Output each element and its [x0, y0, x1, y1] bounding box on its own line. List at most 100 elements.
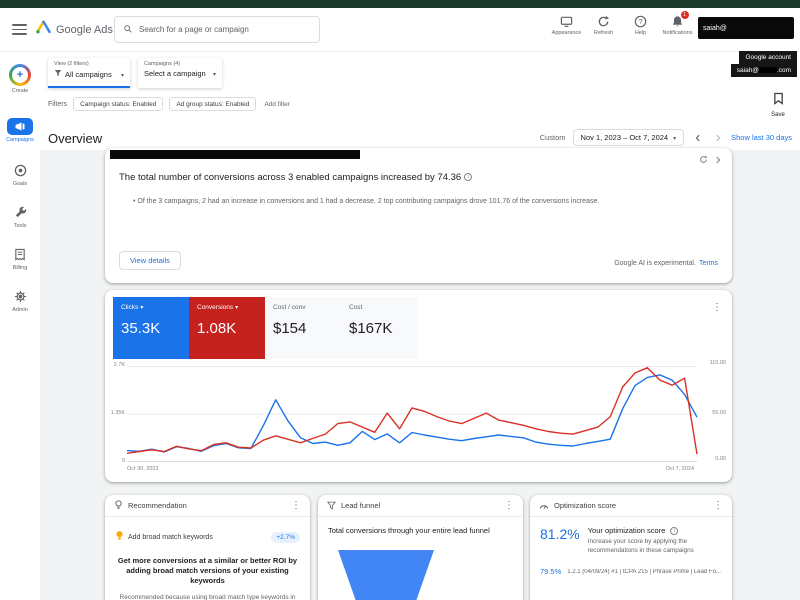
recommendation-card: Recommendation Add broad match keywords … [105, 495, 310, 600]
view-filter-dropdown[interactable]: View (2 filters) All campaigns [48, 58, 130, 88]
funnel-chart[interactable] [332, 550, 452, 600]
previous-period-button[interactable] [691, 131, 704, 144]
wrench-icon [14, 204, 27, 221]
tooltip-title: Google account [739, 51, 797, 64]
y-axis-right-tick: 110.00 [710, 360, 726, 366]
appearance-icon [560, 14, 574, 28]
ai-insight-card: The total number of conversions across 3… [105, 148, 732, 283]
x-axis-start-label: Oct 30, 2023 [127, 466, 159, 472]
ads-triangle-icon [36, 20, 51, 39]
funnel-icon [327, 497, 336, 515]
refresh-insight-icon[interactable] [699, 151, 708, 169]
metric-tile-conversions[interactable]: Conversions 1.08K [189, 297, 265, 359]
metric-tile-cost-per-conv[interactable]: Cost / conv $154 [265, 297, 341, 359]
tooltip-email: saiah@.com [731, 64, 797, 77]
y-axis-left-tick: 2.7K [108, 362, 125, 368]
chart-more-options-icon[interactable] [712, 303, 722, 313]
browser-top-strip [0, 0, 800, 8]
metric-tiles: Clicks 35.3K Conversions 1.08K Cost / co… [113, 297, 417, 359]
metric-tile-cost[interactable]: Cost $167K [341, 297, 417, 359]
chevron-down-icon [235, 304, 238, 311]
terms-link[interactable]: Terms [699, 260, 718, 267]
chevron-down-icon [673, 133, 676, 142]
create-plus-icon: + [9, 64, 31, 86]
chevron-right-icon[interactable] [714, 151, 722, 169]
y-axis-right-tick: 0.00 [715, 456, 726, 462]
filter-chip-adgroup-status[interactable]: Ad group status: Enabled [169, 97, 256, 111]
campaign-score-row[interactable]: 79.5% 1.2.1 (04/09/24) #1 | tCPA 215 | P… [540, 567, 722, 576]
header-actions: Appearance Refresh ? Help 1 Notificati [550, 14, 694, 36]
card-more-options-icon[interactable] [291, 501, 301, 511]
redaction-block [759, 67, 777, 73]
lightbulb-icon [115, 528, 124, 546]
save-button[interactable]: Save [766, 92, 790, 118]
sidebar-item-admin[interactable]: Admin [0, 288, 40, 313]
card-more-options-icon[interactable] [504, 501, 514, 511]
campaigns-megaphone-icon [7, 118, 33, 135]
receipt-icon [14, 246, 26, 263]
show-last-30-days-link[interactable]: Show last 30 days [731, 133, 792, 142]
menu-icon[interactable] [12, 24, 27, 35]
notification-badge: 1 [681, 11, 689, 19]
sidebar-item-create[interactable]: + Create [0, 64, 40, 94]
x-axis-end-label: Oct 7, 2024 [666, 466, 694, 472]
insight-headline: The total number of conversions across 3… [119, 172, 709, 183]
account-tooltip: Google account saiah@.com [731, 51, 797, 77]
insight-detail: Of the 3 campaigns, 2 had an increase in… [133, 197, 713, 207]
y-axis-left-tick: 0 [108, 458, 125, 464]
search-input[interactable] [139, 25, 311, 34]
optimization-headline: Your optimization scorei [588, 526, 722, 535]
lightbulb-outline-icon [114, 497, 123, 515]
sidebar-item-campaigns[interactable]: Campaigns [0, 118, 40, 143]
bell-icon: 1 [671, 14, 685, 28]
view-details-button[interactable]: View details [119, 251, 181, 270]
next-period-button[interactable] [711, 131, 724, 144]
date-range-controls: Custom Nov 1, 2023 – Oct 7, 2024 Show la… [540, 129, 792, 146]
filters-bar: Filters Campaign status: Enabled Ad grou… [48, 97, 290, 111]
optimization-body: Increase your score by applying the reco… [588, 538, 722, 555]
campaign-select-dropdown[interactable]: Campaigns (4) Select a campaign [138, 58, 222, 88]
sidebar-item-goals[interactable]: Goals [0, 162, 40, 187]
global-search[interactable] [114, 16, 320, 43]
funnel-subtitle: Total conversions through your entire le… [328, 526, 513, 536]
appearance-button[interactable]: Appearance [550, 14, 583, 36]
time-series-chart[interactable] [127, 366, 697, 462]
recommendation-chip[interactable]: Add broad match keywords +2.7% [115, 528, 300, 546]
performance-chart-card: Clicks 35.3K Conversions 1.08K Cost / co… [105, 290, 732, 482]
target-icon [14, 162, 27, 179]
y-axis-right-tick: 55.00 [712, 410, 726, 416]
gear-icon [14, 288, 27, 305]
account-avatar[interactable]: saiah@ [698, 17, 794, 39]
insight-footer: Google AI is experimental.Terms [614, 260, 718, 267]
y-axis-left-tick: 1.35K [108, 410, 125, 416]
recommendation-headline: Get more conversions at a similar or bet… [115, 556, 300, 586]
card-more-options-icon[interactable] [713, 501, 723, 511]
bookmark-icon [773, 92, 784, 110]
refresh-icon [597, 14, 611, 28]
sidebar-item-tools[interactable]: Tools [0, 204, 40, 229]
info-icon[interactable]: i [464, 173, 472, 181]
date-range-dropdown[interactable]: Nov 1, 2023 – Oct 7, 2024 [573, 129, 685, 146]
app-header: Google Ads Appearance Refresh [0, 8, 800, 52]
filter-chip-campaign-status[interactable]: Campaign status: Enabled [73, 97, 163, 111]
redaction-bar [110, 150, 360, 159]
optimization-score-value: 81.2% [540, 526, 580, 542]
google-ads-logo[interactable]: Google Ads [36, 20, 113, 39]
sidebar-item-billing[interactable]: Billing [0, 246, 40, 271]
search-icon [123, 21, 133, 39]
custom-label: Custom [540, 133, 566, 142]
refresh-button[interactable]: Refresh [587, 14, 620, 36]
help-button[interactable]: ? Help [624, 14, 657, 36]
filter-funnel-icon [54, 69, 62, 79]
info-icon[interactable]: i [670, 527, 678, 535]
uplift-badge: +2.7% [271, 532, 300, 543]
app-name: Google Ads [56, 24, 113, 36]
notifications-button[interactable]: 1 Notifications [661, 14, 694, 36]
help-icon: ? [634, 14, 648, 28]
gauge-icon [539, 497, 549, 515]
chevron-down-icon [140, 304, 143, 311]
add-filter-button[interactable]: Add filter [264, 101, 290, 108]
recommendation-body: Recommended because using broad match ty… [115, 593, 300, 600]
metric-tile-clicks[interactable]: Clicks 35.3K [113, 297, 189, 359]
lead-funnel-card: Lead funnel Total conversions through yo… [318, 495, 523, 600]
